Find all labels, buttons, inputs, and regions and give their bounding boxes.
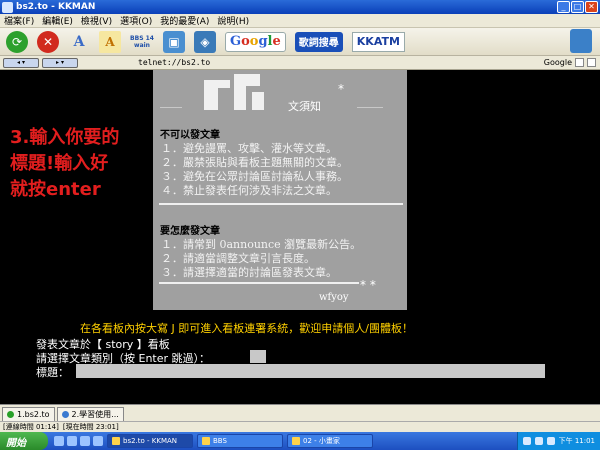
- menu-bar: 檔案(F) 編輯(E) 檢視(V) 選項(O) 我的最愛(A) 說明(H): [0, 14, 600, 28]
- taskbar-item-kkman[interactable]: bs2.to - KKMAN: [107, 434, 193, 448]
- google-letter: g: [258, 34, 268, 49]
- start-button[interactable]: 開始: [0, 432, 48, 450]
- bbs-icon[interactable]: BBS 14 wain: [130, 31, 154, 53]
- app-icon: [2, 1, 13, 13]
- menu-view[interactable]: 檢視(V): [77, 14, 116, 27]
- connection-time: [連線時間 01:14]: [3, 423, 59, 431]
- google-letter: G: [230, 34, 242, 49]
- title-input[interactable]: [76, 364, 545, 378]
- divider: [160, 107, 182, 108]
- package-icon[interactable]: ◈: [194, 30, 216, 53]
- plugin-icon[interactable]: ▣: [163, 30, 185, 53]
- kkman-icon: [112, 437, 120, 445]
- forward-dropdown-button[interactable]: ▸ ▾: [42, 57, 78, 68]
- window-controls: _ □ ✕: [557, 1, 598, 13]
- menu-file[interactable]: 檔案(F): [0, 14, 38, 27]
- tab-bar: 1.bs2.to 2.學習使用...: [0, 404, 600, 421]
- instruction-line: 標題!輸入好: [10, 153, 109, 174]
- quick-launch: [54, 436, 103, 446]
- board-notice-line: 在各看板內按大寫 J 即可進入看板連署系統，歡迎申請個人/團體板！: [80, 322, 413, 335]
- back-dropdown-button[interactable]: ◂ ▾: [3, 57, 39, 68]
- window-title: bs2.to - KKMAN: [16, 2, 96, 12]
- taskbar-item-paint[interactable]: 02 - 小畫家: [287, 434, 373, 448]
- stars-bottom: * *: [360, 278, 376, 292]
- tray-icon[interactable]: [546, 437, 555, 445]
- tab-label: 1.bs2.to: [17, 410, 50, 419]
- clock: 下午 11:01: [558, 437, 595, 445]
- rule-item: ４．禁止發表任何涉及非法之文章。: [161, 184, 337, 197]
- rule-item: ３．請選擇適當的討論區發表文章。: [161, 266, 337, 279]
- refresh-icon[interactable]: ⟳: [6, 30, 28, 53]
- menu-help[interactable]: 說明(H): [213, 14, 253, 27]
- close-search-icon[interactable]: [587, 58, 596, 67]
- close-button[interactable]: ✕: [585, 1, 598, 13]
- task-label: bs2.to - KKMAN: [123, 437, 178, 445]
- task-label: 02 - 小畫家: [303, 437, 340, 445]
- annotation-instruction: 3.輸入你要的 標題!輸入好 就按enter: [10, 125, 160, 203]
- kkman-logo-icon: [570, 29, 592, 53]
- kkatm-button[interactable]: KKATM: [351, 31, 405, 52]
- tray-icon[interactable]: [522, 437, 531, 445]
- google-button[interactable]: Google: [225, 31, 286, 52]
- menu-favorites[interactable]: 我的最愛(A): [156, 14, 213, 27]
- posting-notice-panel: * 文須知 不可以發文章 １．避免謾罵、攻擊、灌水等文章。 ２．嚴禁張貼與看板主…: [153, 70, 407, 310]
- google-letter: o: [249, 34, 259, 49]
- telnet-terminal[interactable]: * 文須知 不可以發文章 １．避免謾罵、攻擊、灌水等文章。 ２．嚴禁張貼與看板主…: [0, 70, 600, 404]
- divider: [357, 107, 383, 108]
- tray-icon[interactable]: [534, 437, 543, 445]
- status-bar: [連線時間 01:14] [現在時間 23:01]: [0, 421, 600, 432]
- title-bar: bs2.to - KKMAN _ □ ✕: [0, 0, 600, 14]
- bbs-logo: [186, 74, 266, 110]
- stars-top: *: [338, 82, 344, 96]
- menu-edit[interactable]: 編輯(E): [38, 14, 77, 27]
- page-icon: [61, 411, 69, 418]
- search-engine-label[interactable]: Google: [544, 58, 572, 67]
- section-dont-heading: 不可以發文章: [160, 130, 220, 141]
- system-tray: 下午 11:01: [516, 432, 600, 450]
- stop-icon[interactable]: ✕: [37, 30, 59, 53]
- tab-learning[interactable]: 2.學習使用...: [56, 407, 124, 421]
- title-label: 標題：: [36, 366, 69, 379]
- menu-options[interactable]: 選項(O): [116, 14, 156, 27]
- address-bar: ◂ ▾ ▸ ▾ telnet://bs2.to Google: [0, 56, 600, 70]
- address-input[interactable]: telnet://bs2.to: [138, 58, 210, 67]
- google-letter: e: [272, 34, 281, 49]
- current-time: [現在時間 23:01]: [62, 423, 119, 431]
- lyrics-search-button[interactable]: 歌詞搜尋: [294, 31, 343, 52]
- instruction-line: 3.輸入你要的: [10, 127, 120, 148]
- section-divider: [159, 282, 359, 284]
- connection-icon: [7, 411, 14, 418]
- instruction-line: 就按enter: [10, 179, 101, 200]
- notice-signature: wfyoy: [319, 292, 349, 303]
- minimize-button[interactable]: _: [557, 1, 570, 13]
- quick-launch-icon[interactable]: [67, 436, 77, 446]
- search-options-icon[interactable]: [575, 58, 584, 67]
- tab-bs2[interactable]: 1.bs2.to: [2, 407, 55, 421]
- category-cursor[interactable]: [250, 350, 266, 363]
- quick-launch-icon[interactable]: [93, 436, 103, 446]
- notice-title: 文須知: [288, 100, 321, 113]
- folder-icon: [202, 437, 210, 445]
- taskbar: 開始 bs2.to - KKMAN BBS 02 - 小畫家 下午 11:01: [0, 432, 600, 450]
- google-letter: o: [241, 34, 250, 49]
- section-how-heading: 要怎麼發文章: [160, 226, 220, 237]
- quick-launch-icon[interactable]: [54, 436, 64, 446]
- font-size-icon[interactable]: A: [68, 31, 90, 53]
- paint-icon: [292, 437, 300, 445]
- task-label: BBS: [213, 437, 227, 445]
- font-style-icon[interactable]: A: [99, 30, 121, 53]
- maximize-button[interactable]: □: [571, 1, 584, 13]
- quick-launch-icon[interactable]: [80, 436, 90, 446]
- taskbar-item-bbs[interactable]: BBS: [197, 434, 283, 448]
- section-divider: [159, 203, 403, 205]
- search-area: Google: [544, 58, 596, 67]
- tab-label: 2.學習使用...: [71, 410, 119, 419]
- toolbar: ⟳ ✕ A A BBS 14 wain ▣ ◈ Google 歌詞搜尋 KKAT…: [0, 28, 600, 56]
